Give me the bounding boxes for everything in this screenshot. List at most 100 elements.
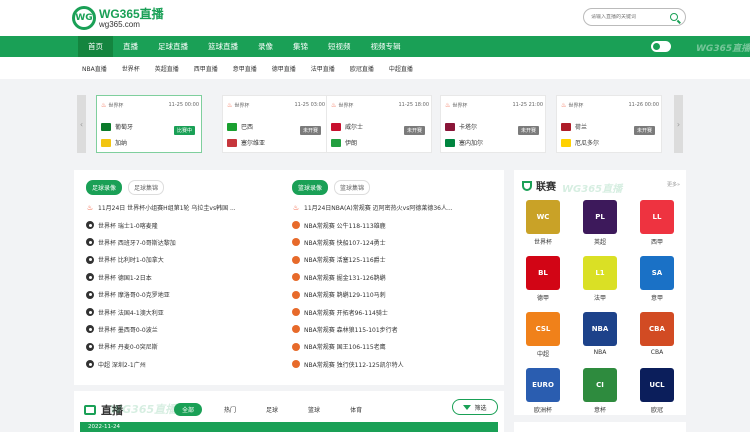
subnav-item[interactable]: 西甲直播 xyxy=(194,64,218,73)
team-name: 伊朗 xyxy=(345,140,358,147)
live-tab[interactable]: 体育 xyxy=(342,403,370,416)
carousel-next-arrow-icon[interactable]: › xyxy=(674,95,683,153)
league-item[interactable]: PL 英超 xyxy=(581,200,619,246)
nav-item[interactable]: 篮球直播 xyxy=(198,36,248,57)
main-nav: 首页 直播 足球直播 篮球直播 录像 集锦 短视频 视频专辑 WG365直播 xyxy=(0,36,750,57)
nav-item[interactable]: 短视频 xyxy=(318,36,361,57)
basketball-icon xyxy=(292,342,300,351)
match-card[interactable]: ♨ 世界杯 11-25 03:00 巴西 塞尔维亚 未开赛 xyxy=(222,95,328,153)
team-row: 巴西 xyxy=(227,122,253,131)
panel-tab[interactable]: 篮球集锦 xyxy=(334,180,371,195)
video-item[interactable]: NBA常规赛 公牛118-113雄鹿 xyxy=(292,216,500,233)
video-item[interactable]: NBA常规赛 森林狼115-101步行者 xyxy=(292,321,500,338)
video-item[interactable]: NBA常规赛 独行侠112-125凯尔特人 xyxy=(292,356,500,373)
video-title: 世界杯 摩洛哥0-0克罗地亚 xyxy=(98,292,170,300)
subnav-item[interactable]: 世界杯 xyxy=(122,64,140,73)
team-name: 塞尔维亚 xyxy=(241,140,266,147)
video-item[interactable]: 中超 深圳2-1广州 xyxy=(86,356,282,373)
search-input[interactable] xyxy=(591,14,671,20)
video-item[interactable]: ♨ 11月24日NBA(A)常规赛 迈阿密热火vs阿德莱德36人... xyxy=(292,199,500,216)
live-tab[interactable]: 热门 xyxy=(216,403,244,416)
live-tab[interactable]: 篮球 xyxy=(300,403,328,416)
match-card[interactable]: ♨ 世界杯 11-25 18:00 威尔士 伊朗 未开赛 xyxy=(326,95,432,153)
video-item[interactable]: NBA常规赛 国王106-115老鹰 xyxy=(292,338,500,355)
carousel-prev-arrow-icon[interactable]: ‹ xyxy=(77,95,86,153)
nav-item[interactable]: 首页 xyxy=(78,36,113,57)
panel-tab[interactable]: 篮球录像 xyxy=(292,180,329,195)
logo-mark: WG xyxy=(72,6,96,30)
league-name: 中超 xyxy=(536,351,549,358)
team-flag-icon xyxy=(101,122,111,131)
nav-item[interactable]: 直播 xyxy=(113,36,148,57)
search-icon[interactable] xyxy=(670,13,678,21)
filter-button[interactable]: 筛选 xyxy=(452,399,498,415)
league-item[interactable]: L1 法甲 xyxy=(581,256,619,302)
video-title: 11月24日 世界杯小组赛H组第1轮 乌拉圭vs韩国 ... xyxy=(98,205,236,213)
league-logo-icon: BL xyxy=(526,256,560,290)
video-item[interactable]: ♨ 11月24日 世界杯小组赛H组第1轮 乌拉圭vs韩国 ... xyxy=(86,199,282,216)
subnav-item[interactable]: 意甲直播 xyxy=(233,64,257,73)
soccer-ball-icon xyxy=(86,342,94,351)
match-card[interactable]: ♨ 世界杯 11-26 00:00 荷兰 厄瓜多尔 未开赛 xyxy=(556,95,662,153)
subnav-item[interactable]: 欧冠直播 xyxy=(350,64,374,73)
video-item[interactable]: 世界杯 瑞士1-0喀麦隆 xyxy=(86,216,282,233)
live-tab[interactable]: 全部 xyxy=(174,403,203,416)
logo-domain: wg365.com xyxy=(99,19,140,29)
video-item[interactable]: NBA常规赛 活塞125-116爵士 xyxy=(292,251,500,268)
basketball-icon xyxy=(292,308,300,317)
league-item[interactable]: NBA NBA xyxy=(581,312,619,358)
league-item[interactable]: CI 意杯 xyxy=(581,368,619,414)
nav-item[interactable]: 录像 xyxy=(248,36,283,57)
subnav-item[interactable]: 中超直播 xyxy=(389,64,413,73)
league-item[interactable]: CBA CBA xyxy=(638,312,676,358)
league-item[interactable]: EURO 欧洲杯 xyxy=(524,368,562,414)
league-item[interactable]: WC 世界杯 xyxy=(524,200,562,246)
team-flag-icon xyxy=(227,122,237,131)
soccer-video-panel: 足球录像 足球集锦 ♨ 11月24日 世界杯小组赛H组第1轮 乌拉圭vs韩国 ...… xyxy=(74,170,284,385)
fire-icon: ♨ xyxy=(561,102,567,109)
panel-tab[interactable]: 足球录像 xyxy=(86,180,123,195)
league-item[interactable]: CSL 中超 xyxy=(524,312,562,358)
video-item[interactable]: 世界杯 德国1-2日本 xyxy=(86,269,282,286)
league-item[interactable]: BL 德甲 xyxy=(524,256,562,302)
subnav-item[interactable]: 德甲直播 xyxy=(272,64,296,73)
league-more-link[interactable]: 更多» xyxy=(667,181,680,188)
match-status-badge: 未开赛 xyxy=(517,126,539,135)
video-item[interactable]: NBA常规赛 掘金131-126鹈鹕 xyxy=(292,269,500,286)
video-item[interactable]: 世界杯 西班牙7-0哥斯达黎加 xyxy=(86,234,282,251)
league-logo-icon: CBA xyxy=(640,312,674,346)
video-item[interactable]: 世界杯 墨西哥0-0波兰 xyxy=(86,321,282,338)
nav-item[interactable]: 视频专辑 xyxy=(361,36,411,57)
site-header: WG WG365直播 wg365.com xyxy=(0,0,750,36)
subnav-item[interactable]: 法甲直播 xyxy=(311,64,335,73)
match-time: 11-25 00:00 xyxy=(168,102,199,108)
fire-icon: ♨ xyxy=(331,102,337,109)
league-logo-icon: LL xyxy=(640,200,674,234)
panel-tab[interactable]: 足球集锦 xyxy=(128,180,165,195)
video-item[interactable]: 世界杯 丹麦0-0突尼斯 xyxy=(86,338,282,355)
team-name: 荷兰 xyxy=(575,124,588,131)
league-name: 意甲 xyxy=(650,295,663,302)
match-card[interactable]: ♨ 世界杯 11-25 00:00 葡萄牙 加纳 比赛中 xyxy=(96,95,202,153)
match-card[interactable]: ♨ 世界杯 11-25 21:00 卡塔尔 塞内加尔 未开赛 xyxy=(440,95,546,153)
video-item[interactable]: 世界杯 法国4-1澳大利亚 xyxy=(86,303,282,320)
video-item[interactable]: 世界杯 比利时1-0加拿大 xyxy=(86,251,282,268)
league-item[interactable]: SA 意甲 xyxy=(638,256,676,302)
live-tab[interactable]: 足球 xyxy=(258,403,286,416)
video-item[interactable]: NBA常规赛 快船107-124勇士 xyxy=(292,234,500,251)
league-item[interactable]: LL 西甲 xyxy=(638,200,676,246)
video-item[interactable]: NBA常规赛 开拓者96-114骑士 xyxy=(292,303,500,320)
subnav-item[interactable]: NBA直播 xyxy=(82,64,107,73)
site-logo[interactable]: WG WG365直播 wg365.com xyxy=(72,4,164,32)
video-item[interactable]: 世界杯 摩洛哥0-0克罗地亚 xyxy=(86,286,282,303)
nav-item[interactable]: 足球直播 xyxy=(148,36,198,57)
match-time: 11-26 00:00 xyxy=(628,102,659,108)
team-row: 伊朗 xyxy=(331,138,357,147)
theme-toggle[interactable] xyxy=(651,41,671,52)
video-title: NBA常规赛 公牛118-113雄鹿 xyxy=(304,222,386,230)
video-item[interactable]: NBA常规赛 鹈鹕129-110马刺 xyxy=(292,286,500,303)
nav-item[interactable]: 集锦 xyxy=(283,36,318,57)
league-item[interactable]: UCL 欧冠 xyxy=(638,368,676,414)
subnav-item[interactable]: 英超直播 xyxy=(155,64,179,73)
league-name: 德甲 xyxy=(536,295,549,302)
